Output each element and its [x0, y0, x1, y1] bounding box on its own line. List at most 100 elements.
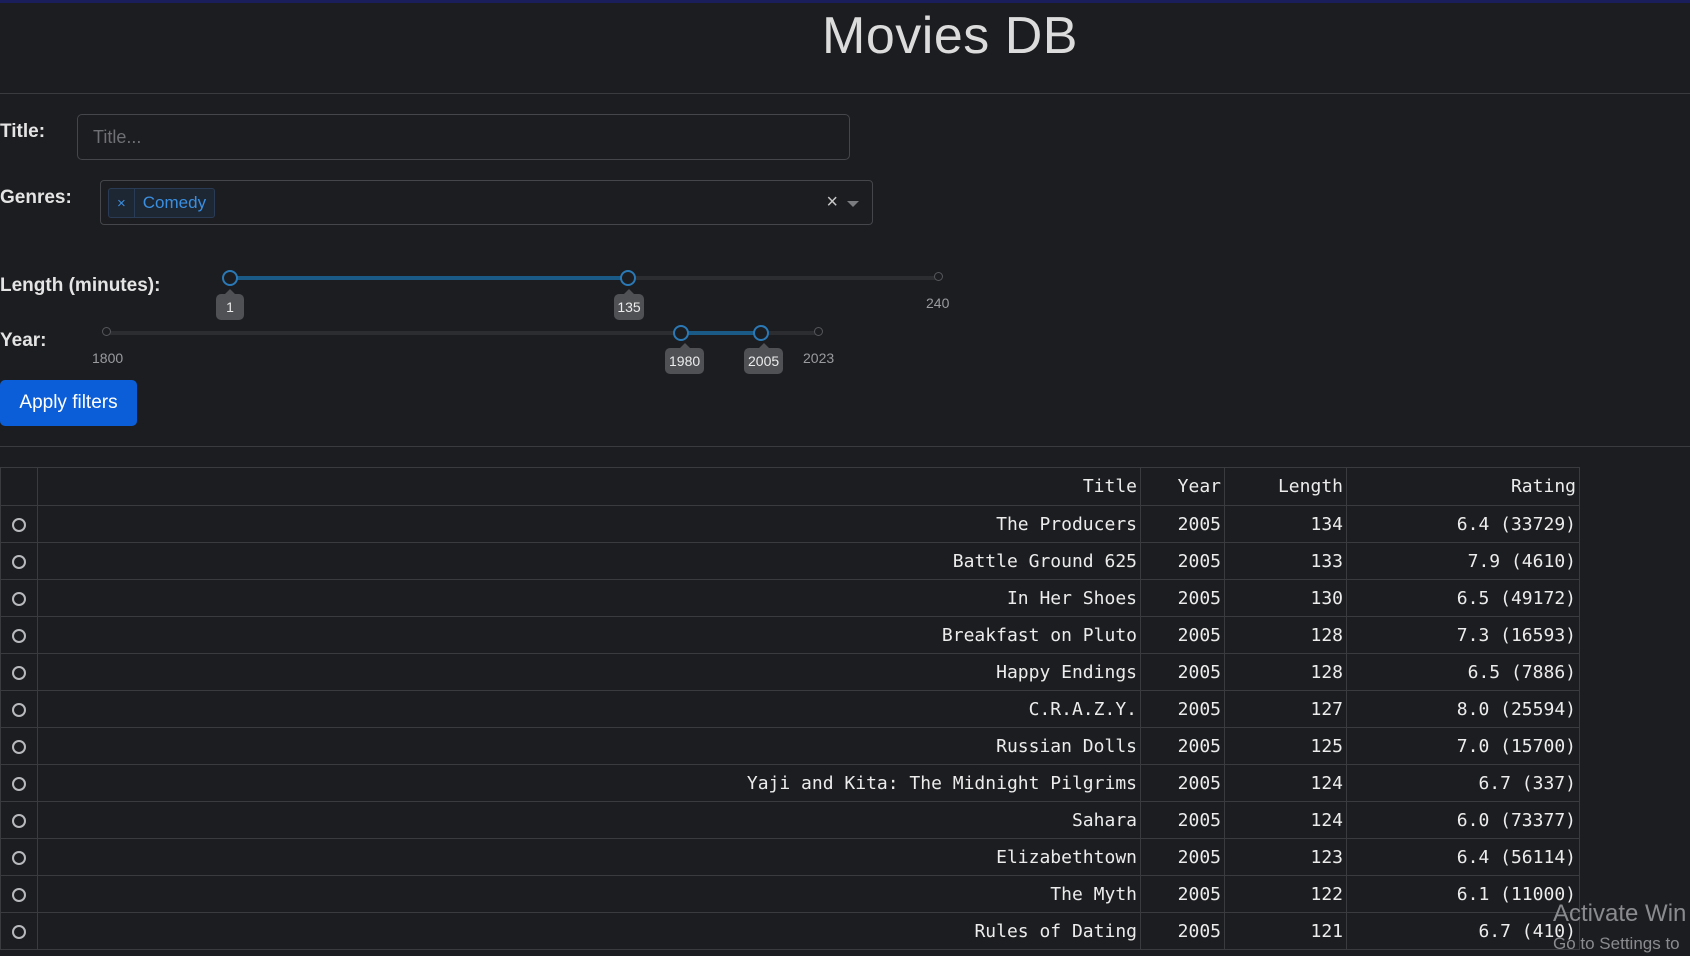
- row-select-radio[interactable]: [12, 628, 26, 643]
- year-max-tooltip: 2005: [744, 343, 784, 374]
- row-select-radio[interactable]: [12, 591, 26, 606]
- table-row[interactable]: C.R.A.Z.Y. 2005 127 8.0 (25594): [0, 690, 1580, 728]
- cell-length: 130: [1224, 579, 1347, 617]
- table-row[interactable]: Elizabethtown 2005 123 6.4 (56114): [0, 838, 1580, 876]
- cell-length: 123: [1224, 838, 1347, 876]
- table-row[interactable]: Breakfast on Pluto 2005 128 7.3 (16593): [0, 616, 1580, 654]
- clear-selection-icon[interactable]: ×: [826, 191, 838, 214]
- table-row[interactable]: Sahara 2005 124 6.0 (73377): [0, 801, 1580, 839]
- length-min-handle[interactable]: [222, 270, 238, 286]
- row-select-radio[interactable]: [12, 554, 26, 569]
- table-header-row: Title Year Length Rating: [0, 467, 1580, 506]
- cell-year: 2005: [1140, 690, 1225, 728]
- year-max-handle[interactable]: [753, 325, 769, 341]
- cell-title: Battle Ground 625: [37, 542, 1141, 580]
- row-select-cell[interactable]: [0, 801, 38, 839]
- cell-year: 2005: [1140, 579, 1225, 617]
- row-select-cell[interactable]: [0, 690, 38, 728]
- chevron-down-icon[interactable]: [847, 201, 859, 207]
- row-select-radio[interactable]: [12, 887, 26, 902]
- genres-multiselect[interactable]: × Comedy ×: [100, 180, 873, 225]
- title-input[interactable]: [77, 114, 850, 160]
- year-max-mark-dot: [814, 327, 823, 336]
- cell-year: 2005: [1140, 912, 1225, 950]
- table-row[interactable]: The Myth 2005 122 6.1 (11000): [0, 875, 1580, 913]
- table-row[interactable]: Happy Endings 2005 128 6.5 (7886): [0, 653, 1580, 691]
- activation-watermark: Activate Win: [1553, 900, 1687, 927]
- apply-filters-button[interactable]: Apply filters: [0, 380, 137, 426]
- year-filter-label: Year:: [0, 330, 47, 351]
- cell-year: 2005: [1140, 838, 1225, 876]
- cell-year: 2005: [1140, 616, 1225, 654]
- genre-chip-label: Comedy: [142, 193, 207, 212]
- cell-title: The Producers: [37, 505, 1141, 543]
- top-accent-bar: [0, 0, 1690, 3]
- column-header-title[interactable]: Title: [37, 467, 1141, 506]
- row-select-cell[interactable]: [0, 653, 38, 691]
- cell-rating: 6.7 (337): [1346, 764, 1580, 802]
- year-min-handle[interactable]: [673, 325, 689, 341]
- select-column-header: [0, 467, 38, 506]
- table-row[interactable]: Russian Dolls 2005 125 7.0 (15700): [0, 727, 1580, 765]
- row-select-cell[interactable]: [0, 616, 38, 654]
- cell-rating: 6.5 (49172): [1346, 579, 1580, 617]
- cell-length: 128: [1224, 653, 1347, 691]
- column-header-year[interactable]: Year: [1140, 467, 1225, 506]
- cell-rating: 6.0 (73377): [1346, 801, 1580, 839]
- year-max-mark: 2023: [803, 350, 835, 366]
- row-select-cell[interactable]: [0, 764, 38, 802]
- row-select-cell[interactable]: [0, 875, 38, 913]
- cell-rating: 7.3 (16593): [1346, 616, 1580, 654]
- cell-length: 133: [1224, 542, 1347, 580]
- cell-year: 2005: [1140, 505, 1225, 543]
- length-slider-track: [230, 276, 628, 280]
- table-row[interactable]: Yaji and Kita: The Midnight Pilgrims 2005…: [0, 764, 1580, 802]
- cell-title: In Her Shoes: [37, 579, 1141, 617]
- filters-divider: [0, 446, 1690, 447]
- row-select-radio[interactable]: [12, 702, 26, 717]
- cell-title: Rules of Dating: [37, 912, 1141, 950]
- cell-title: Breakfast on Pluto: [37, 616, 1141, 654]
- cell-title: C.R.A.Z.Y.: [37, 690, 1141, 728]
- row-select-radio[interactable]: [12, 739, 26, 754]
- row-select-cell[interactable]: [0, 542, 38, 580]
- cell-year: 2005: [1140, 727, 1225, 765]
- year-slider-track: [681, 331, 761, 335]
- length-filter-label: Length (minutes):: [0, 275, 161, 296]
- table-row[interactable]: The Producers 2005 134 6.4 (33729): [0, 505, 1580, 543]
- cell-length: 125: [1224, 727, 1347, 765]
- row-select-cell[interactable]: [0, 912, 38, 950]
- cell-length: 124: [1224, 801, 1347, 839]
- row-select-radio[interactable]: [12, 517, 26, 532]
- row-select-radio[interactable]: [12, 665, 26, 680]
- cell-length: 128: [1224, 616, 1347, 654]
- row-select-radio[interactable]: [12, 850, 26, 865]
- length-max-tooltip: 135: [614, 289, 644, 320]
- row-select-cell[interactable]: [0, 579, 38, 617]
- row-select-cell[interactable]: [0, 727, 38, 765]
- cell-rating: 6.4 (56114): [1346, 838, 1580, 876]
- cell-length: 121: [1224, 912, 1347, 950]
- row-select-cell[interactable]: [0, 838, 38, 876]
- year-min-mark: 1800: [92, 350, 124, 366]
- cell-year: 2005: [1140, 801, 1225, 839]
- cell-rating: 7.0 (15700): [1346, 727, 1580, 765]
- cell-title: The Myth: [37, 875, 1141, 913]
- column-header-rating[interactable]: Rating: [1346, 467, 1580, 506]
- header-divider: [0, 93, 1690, 94]
- cell-year: 2005: [1140, 542, 1225, 580]
- row-select-cell[interactable]: [0, 505, 38, 543]
- row-select-radio[interactable]: [12, 813, 26, 828]
- title-filter-label: Title:: [0, 121, 46, 142]
- table-row[interactable]: Rules of Dating 2005 121 6.7 (410): [0, 912, 1580, 950]
- row-select-radio[interactable]: [12, 924, 26, 939]
- length-max-handle[interactable]: [620, 270, 636, 286]
- table-row[interactable]: Battle Ground 625 2005 133 7.9 (4610): [0, 542, 1580, 580]
- cell-rating: 6.5 (7886): [1346, 653, 1580, 691]
- cell-length: 124: [1224, 764, 1347, 802]
- cell-length: 127: [1224, 690, 1347, 728]
- chip-remove-icon[interactable]: ×: [109, 189, 135, 217]
- column-header-length[interactable]: Length: [1224, 467, 1347, 506]
- table-row[interactable]: In Her Shoes 2005 130 6.5 (49172): [0, 579, 1580, 617]
- row-select-radio[interactable]: [12, 776, 26, 791]
